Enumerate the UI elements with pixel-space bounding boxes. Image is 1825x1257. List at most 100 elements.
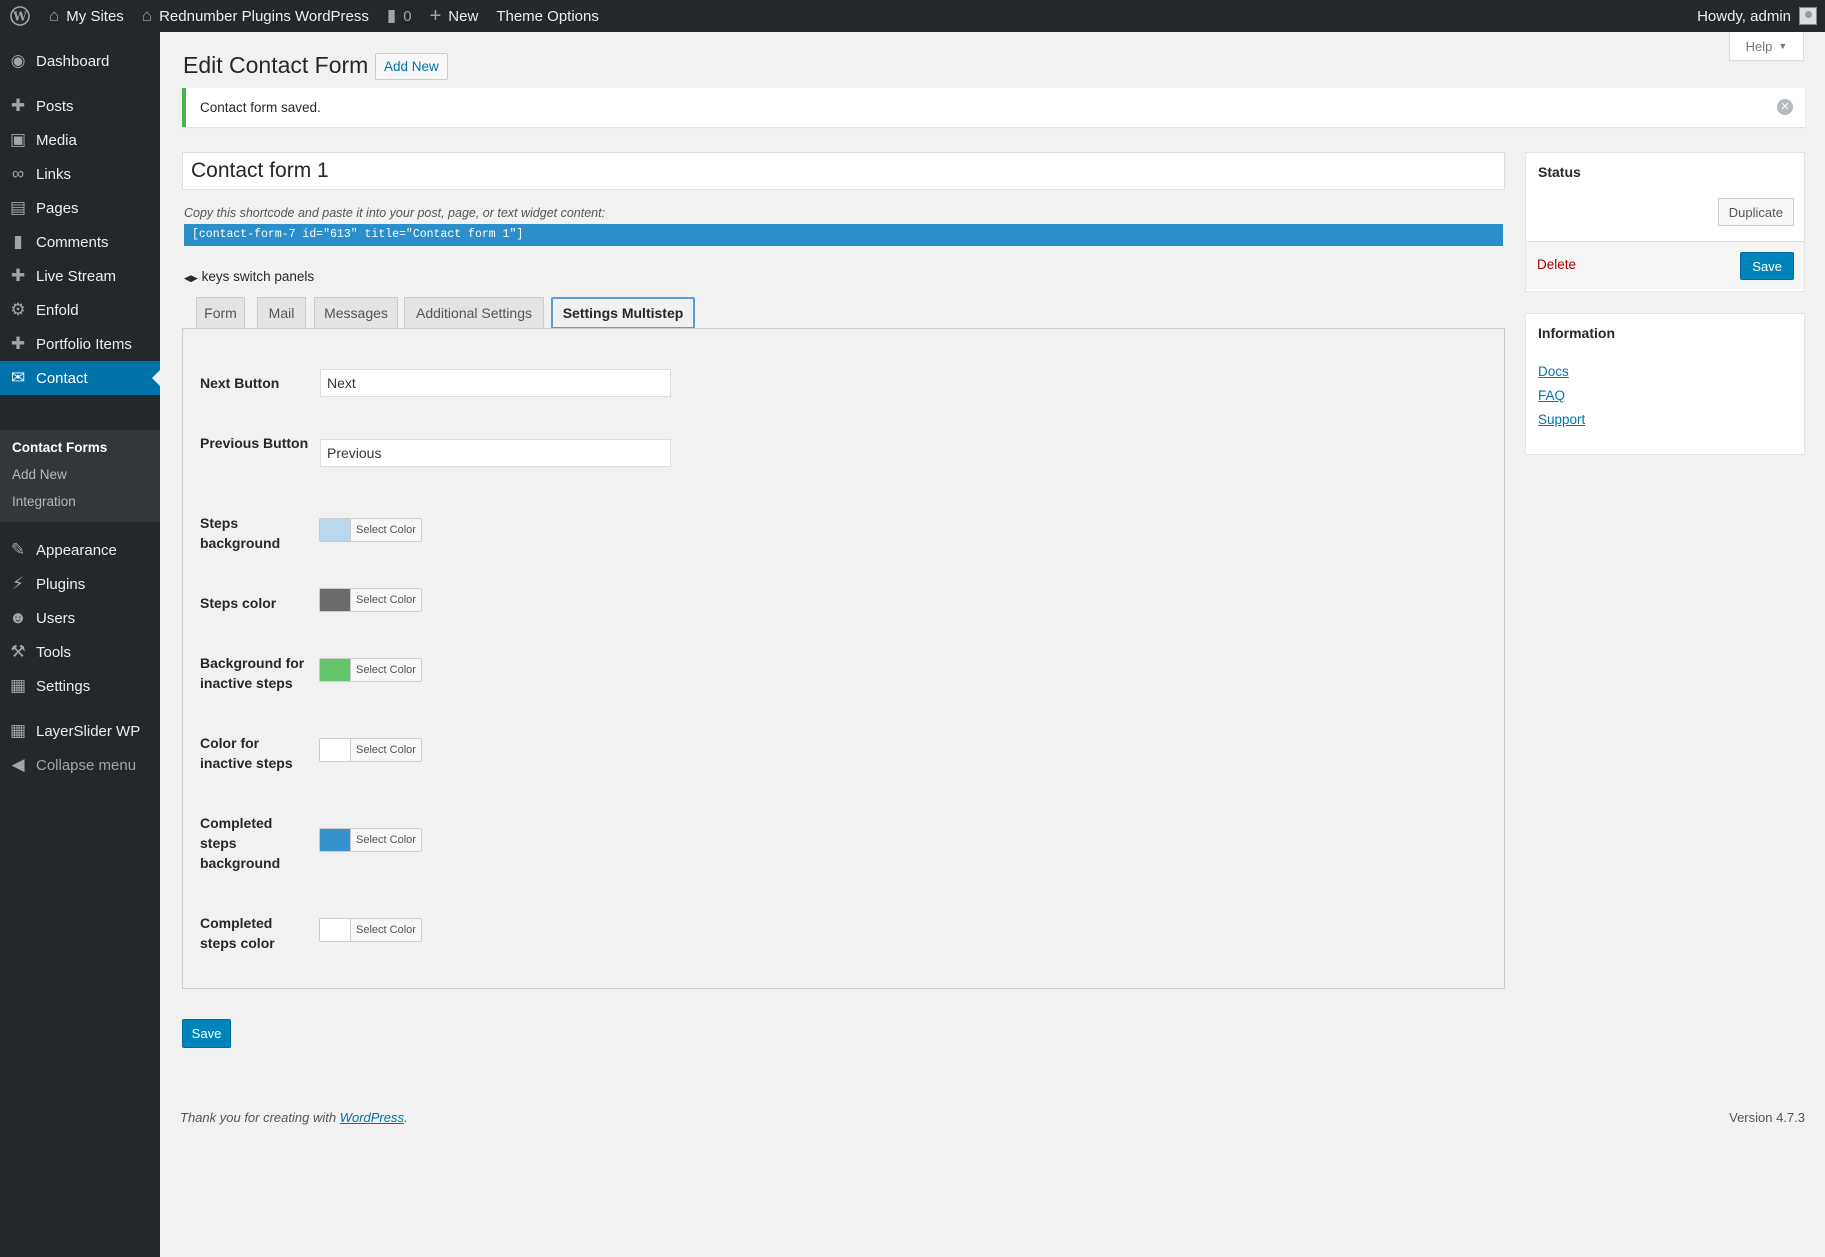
notice-text: Contact form saved.: [200, 100, 321, 115]
theme-options-link[interactable]: Theme Options: [487, 0, 608, 32]
submenu-item-integration[interactable]: Integration: [12, 494, 76, 509]
plus-icon: +: [429, 4, 442, 27]
site-name-link[interactable]: ⌂ Rednumber Plugins WordPress: [133, 0, 378, 32]
user-account-link[interactable]: Howdy, admin: [1688, 0, 1825, 32]
pin-icon: ✚: [10, 334, 26, 353]
duplicate-button[interactable]: Duplicate: [1717, 198, 1794, 226]
inactive-steps-background-label: Background for inactive steps: [200, 655, 305, 691]
menu-item-users[interactable]: ☻ Users: [0, 601, 160, 635]
menu-item-links[interactable]: ∞ Links: [0, 157, 160, 191]
menu-item-tools[interactable]: ⚒ Tools: [0, 635, 160, 669]
settings-icon: ▦: [9, 676, 27, 695]
menu-label: Users: [36, 609, 76, 627]
menu-item-dashboard[interactable]: ◉ Dashboard: [0, 44, 160, 78]
menu-item-enfold[interactable]: ⚙ Enfold: [0, 293, 160, 327]
new-label: New: [448, 7, 479, 25]
keys-hint-text: keys switch panels: [201, 269, 315, 284]
menu-label: Enfold: [36, 301, 79, 319]
completed-steps-background-color-picker[interactable]: Select Color: [319, 828, 422, 852]
mail-icon: ✉: [10, 368, 26, 387]
contact-submenu: Contact Forms Add New Integration: [0, 430, 160, 522]
menu-item-pages[interactable]: ▤ Pages: [0, 191, 160, 225]
tab-settings-multistep[interactable]: Settings Multistep: [551, 297, 695, 329]
completed-steps-color-picker[interactable]: Select Color: [319, 918, 422, 942]
comment-icon: ▮: [386, 6, 397, 25]
menu-item-live-stream[interactable]: ✚ Live Stream: [0, 259, 160, 293]
menu-item-contact[interactable]: ✉ Contact: [0, 361, 160, 395]
menu-label: Contact: [36, 369, 88, 387]
tab-form[interactable]: Form: [196, 297, 245, 329]
faq-link[interactable]: FAQ: [1538, 388, 1565, 403]
submenu-item-add-new[interactable]: Add New: [12, 467, 67, 482]
support-link[interactable]: Support: [1538, 412, 1585, 427]
footer-thanks: Thank you for creating with WordPress.: [180, 1110, 408, 1125]
success-notice: Contact form saved. ✕: [182, 88, 1805, 127]
next-button-input[interactable]: [320, 369, 671, 397]
menu-label: Tools: [36, 643, 72, 661]
select-color-label: Select Color: [356, 524, 416, 536]
inactive-steps-color-picker[interactable]: Select Color: [319, 738, 422, 762]
my-sites-label: My Sites: [66, 7, 124, 25]
media-icon: ▣: [9, 130, 27, 149]
information-box: Information Docs FAQ Support: [1525, 313, 1805, 455]
steps-background-color-picker[interactable]: Select Color: [319, 518, 422, 542]
status-title: Status: [1538, 164, 1581, 180]
tab-messages[interactable]: Messages: [314, 297, 398, 329]
avatar: [1799, 7, 1817, 25]
delete-link[interactable]: Delete: [1537, 257, 1576, 272]
menu-item-plugins[interactable]: ⚡ Plugins: [0, 567, 160, 601]
triangle-down-icon: ▼: [1778, 41, 1788, 51]
footer-thanks-prefix: Thank you for creating with: [180, 1110, 340, 1125]
add-new-button[interactable]: Add New: [375, 53, 448, 80]
footer-thanks-suffix: .: [404, 1110, 408, 1125]
color-swatch: [320, 519, 351, 541]
select-color-label: Select Color: [356, 744, 416, 756]
menu-item-layerslider[interactable]: ▦ LayerSlider WP: [0, 714, 160, 748]
page-title: Edit Contact Form: [183, 52, 369, 78]
inactive-steps-background-color-picker[interactable]: Select Color: [319, 658, 422, 682]
save-button[interactable]: Save: [182, 1019, 231, 1048]
my-sites-link[interactable]: ⌂ My Sites: [40, 0, 133, 32]
menu-label: Appearance: [36, 541, 117, 559]
steps-color-label: Steps color: [200, 595, 277, 611]
menu-item-settings[interactable]: ▦ Settings: [0, 669, 160, 703]
completed-steps-color-label: Completed steps color: [200, 915, 275, 951]
pin-icon: ✚: [10, 266, 26, 285]
form-title-input[interactable]: [182, 152, 1505, 190]
tab-additional-settings[interactable]: Additional Settings: [404, 297, 544, 329]
status-box: Status Duplicate Delete Save: [1525, 152, 1805, 292]
menu-label: Media: [36, 131, 77, 149]
wordpress-logo-icon[interactable]: W: [0, 0, 40, 32]
menu-item-media[interactable]: ▣ Media: [0, 123, 160, 157]
site-name-label: Rednumber Plugins WordPress: [159, 7, 369, 25]
menu-item-comments[interactable]: ▮ Comments: [0, 225, 160, 259]
dashboard-icon: ◉: [10, 51, 26, 70]
menu-item-appearance[interactable]: ✎ Appearance: [0, 533, 160, 567]
comments-link[interactable]: ▮ 0: [378, 0, 421, 32]
color-swatch: [320, 739, 351, 761]
submenu-item-contact-forms[interactable]: Contact Forms: [12, 440, 107, 455]
menu-label: Dashboard: [36, 52, 110, 70]
menu-item-posts[interactable]: ✚ Posts: [0, 89, 160, 123]
plugin-icon: ⚡: [12, 574, 24, 593]
menu-label: Plugins: [36, 575, 86, 593]
admin-menu: ◉ Dashboard ✚ Posts ▣ Media ∞ Links ▤ Pages ▮…: [0, 32, 160, 1257]
help-button[interactable]: Help ▼: [1729, 32, 1804, 61]
menu-item-portfolio-items[interactable]: ✚ Portfolio Items: [0, 327, 160, 361]
completed-steps-background-label: Completed steps background: [200, 815, 281, 871]
select-color-label: Select Color: [356, 924, 416, 936]
shortcode-field[interactable]: [contact-form-7 id="613" title="Contact …: [184, 224, 1503, 246]
information-title: Information: [1538, 325, 1615, 341]
wordpress-link[interactable]: WordPress: [340, 1110, 404, 1125]
previous-button-input[interactable]: [320, 439, 671, 467]
tab-mail[interactable]: Mail: [257, 297, 306, 329]
collapse-menu-button[interactable]: ◀ Collapse menu: [0, 748, 160, 782]
docs-link[interactable]: Docs: [1538, 364, 1569, 379]
steps-color-picker[interactable]: Select Color: [319, 588, 422, 612]
collapse-icon: ◀: [11, 755, 25, 774]
comment-icon: ▮: [13, 232, 23, 251]
save-button-sidebar[interactable]: Save: [1740, 252, 1794, 280]
new-content-link[interactable]: + New: [421, 0, 488, 32]
dismiss-icon[interactable]: ✕: [1777, 99, 1793, 115]
gear-icon: ⚙: [10, 300, 26, 319]
